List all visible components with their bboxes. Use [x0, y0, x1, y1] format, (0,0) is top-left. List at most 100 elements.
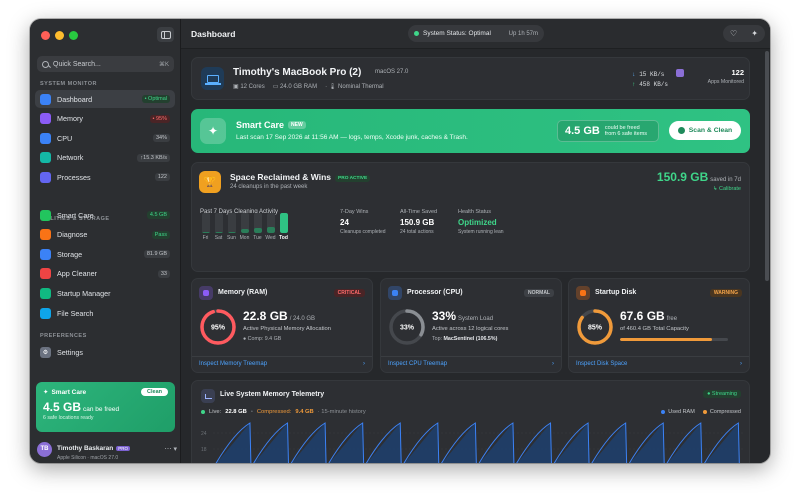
- sidebar-item-cpu[interactable]: CPU 34%: [35, 129, 175, 147]
- search-input[interactable]: Quick Search... ⌘K: [37, 56, 174, 72]
- sidebar-item-label: Smart Care: [57, 210, 94, 220]
- sidebar-item-network[interactable]: Network ↑15.3 KB/s: [35, 149, 175, 167]
- activity-day: Sun: [226, 213, 237, 241]
- stat-health-status: Health Status Optimized System running lea…: [458, 209, 504, 235]
- sidebar-item-label: Startup Manager: [57, 288, 111, 298]
- status-dot-icon: [414, 31, 419, 36]
- avatar: TB: [37, 441, 52, 457]
- resource-value-suffix: / 24.0 GB: [289, 316, 316, 322]
- stat-sub: System running lean: [458, 229, 504, 235]
- sidebar-item-label: CPU: [57, 133, 73, 143]
- user-profile[interactable]: TB Timothy Baskaran PRO Apple Silicon · m…: [37, 440, 177, 461]
- resource-value: 67.6 GB: [620, 309, 665, 323]
- smart-care-card-title: Smart Care: [51, 388, 87, 396]
- stat-heading: 7-Day Wins: [340, 209, 369, 215]
- scan-button-label: Scan & Clean: [688, 127, 733, 134]
- activity-day-label: Sun: [227, 235, 236, 241]
- activity-day-label: Tod: [279, 235, 288, 241]
- activity-day: Tod: [278, 213, 289, 241]
- smart-care-card-value: 4.5 GB: [43, 400, 82, 414]
- sidebar-item-label: Storage: [57, 249, 83, 259]
- memory-icon: [40, 113, 51, 125]
- smart-care-card-sub: 6 safe locations ready: [43, 415, 94, 421]
- sidebar-item-badge: 33: [157, 269, 170, 278]
- usage-ring: 85%: [577, 309, 613, 345]
- activity-day-label: Tue: [253, 235, 262, 241]
- reclaimed-total: 150.9 GB: [656, 170, 709, 184]
- inspect-link[interactable]: Inspect CPU Treemap ›: [381, 356, 561, 371]
- sidebar-item-processes[interactable]: Processes 122: [35, 168, 175, 186]
- resource-value: 22.8 GB: [243, 309, 288, 323]
- activity-day: Fri: [200, 213, 211, 241]
- sidebar-item-label: Settings: [57, 347, 83, 357]
- sidebar-item-app-cleaner[interactable]: App Cleaner 33: [35, 265, 175, 283]
- resource-value: 33%: [432, 309, 457, 323]
- status-badge: CRITICAL: [333, 289, 365, 297]
- close-window-button[interactable]: [41, 31, 50, 40]
- sidebar-item-settings[interactable]: ⚙ Settings: [35, 343, 175, 361]
- scrollbar[interactable]: [765, 51, 769, 281]
- zoom-window-button[interactable]: [69, 31, 78, 40]
- inspect-link[interactable]: Inspect Disk Space ›: [569, 356, 749, 371]
- power-icon: [40, 287, 51, 299]
- smart-care-card-suffix: can be freed: [83, 406, 120, 413]
- clean-button[interactable]: Clean: [141, 388, 168, 396]
- pro-badge: PRO: [116, 446, 130, 451]
- activity-bar: [253, 213, 262, 233]
- resource-title: Memory (RAM): [218, 289, 268, 296]
- chevron-right-icon: ›: [552, 361, 554, 367]
- stat-sub: Cleanups completed: [340, 229, 386, 235]
- device-card: Timothy's MacBook Pro (2) macOS 27.0 ▣ 1…: [191, 57, 750, 100]
- stethoscope-icon[interactable]: ♡: [730, 29, 737, 38]
- activity-bar: [279, 213, 288, 233]
- activity-bar: [214, 213, 223, 233]
- activity-bar-fill: [253, 228, 262, 233]
- resource-card-startup-disk: Startup Disk WARNING 85% 67.6 GB free of 460.…: [568, 278, 750, 373]
- inspect-link[interactable]: Inspect Memory Treemap ›: [192, 356, 372, 371]
- sidebar-toggle-button[interactable]: [157, 27, 174, 42]
- apps-count: 122: [731, 68, 744, 77]
- thermometer-icon: · 🌡: [325, 84, 339, 90]
- network-rates: ↓ 15 KB/s ↑ 458 KB/s: [632, 70, 668, 90]
- sidebar-item-smart-care[interactable]: Smart Care 4.5 GB: [35, 206, 175, 224]
- y-tick-label: 24: [201, 431, 207, 437]
- stat-heading: Health Status: [458, 209, 492, 215]
- chevron-right-icon: ›: [740, 361, 742, 367]
- activity-bar: [240, 213, 249, 233]
- sidebar-item-file-search[interactable]: File Search: [35, 304, 175, 322]
- activity-day-label: Fri: [202, 235, 209, 241]
- sparkle-icon: [40, 209, 51, 221]
- chevron-right-icon: ›: [363, 361, 365, 367]
- calibrate-link[interactable]: ↳ Calibrate: [713, 186, 741, 192]
- section-label-preferences: PREFERENCES: [40, 333, 87, 339]
- activity-bars: Fri Sat Sun Mon Tue Wed Tod: [200, 213, 289, 241]
- sidebar-item-startup-manager[interactable]: Startup Manager: [35, 284, 175, 302]
- activity-bar: [266, 213, 275, 233]
- app-cleaner-icon: [40, 268, 51, 280]
- diagnose-icon: [40, 229, 51, 241]
- stat-all-time-saved: All-Time Saved 150.9 GB 24 total actions: [400, 209, 437, 235]
- sidebar-item-label: Processes: [57, 172, 91, 182]
- inspect-link-label: Inspect Disk Space: [576, 361, 628, 367]
- laptop-icon: [201, 67, 224, 90]
- sidebar-item-label: Diagnose: [57, 230, 88, 240]
- activity-day: Sat: [213, 213, 224, 241]
- system-status-pill[interactable]: System Status: Optimal Up 1h 57m: [408, 25, 544, 42]
- sidebar-item-storage[interactable]: Storage 81.9 GB: [35, 245, 175, 263]
- minimize-window-button[interactable]: [55, 31, 64, 40]
- sidebar-item-dashboard[interactable]: Dashboard • Optimal: [35, 90, 175, 108]
- scan-and-clean-button[interactable]: Scan & Clean: [669, 121, 741, 140]
- disk-usage-fill: [620, 338, 712, 341]
- sidebar-item-memory[interactable]: Memory • 95%: [35, 110, 175, 128]
- resource-value-row: 33% System Load: [432, 309, 493, 323]
- sidebar-item-badge: 4.5 GB: [146, 211, 170, 219]
- sparkle-icon[interactable]: ✦: [751, 29, 758, 38]
- inspect-link-label: Inspect CPU Treemap: [388, 361, 448, 367]
- user-menu-icon[interactable]: ⋯ ▾: [165, 445, 177, 453]
- window-controls: [41, 31, 78, 40]
- cpu-icon: [40, 132, 51, 144]
- sidebar-item-diagnose[interactable]: Diagnose Pass: [35, 226, 175, 244]
- activity-bar: [227, 213, 236, 233]
- ring-percent: 33%: [400, 325, 415, 332]
- memory-chip-icon: [199, 286, 213, 300]
